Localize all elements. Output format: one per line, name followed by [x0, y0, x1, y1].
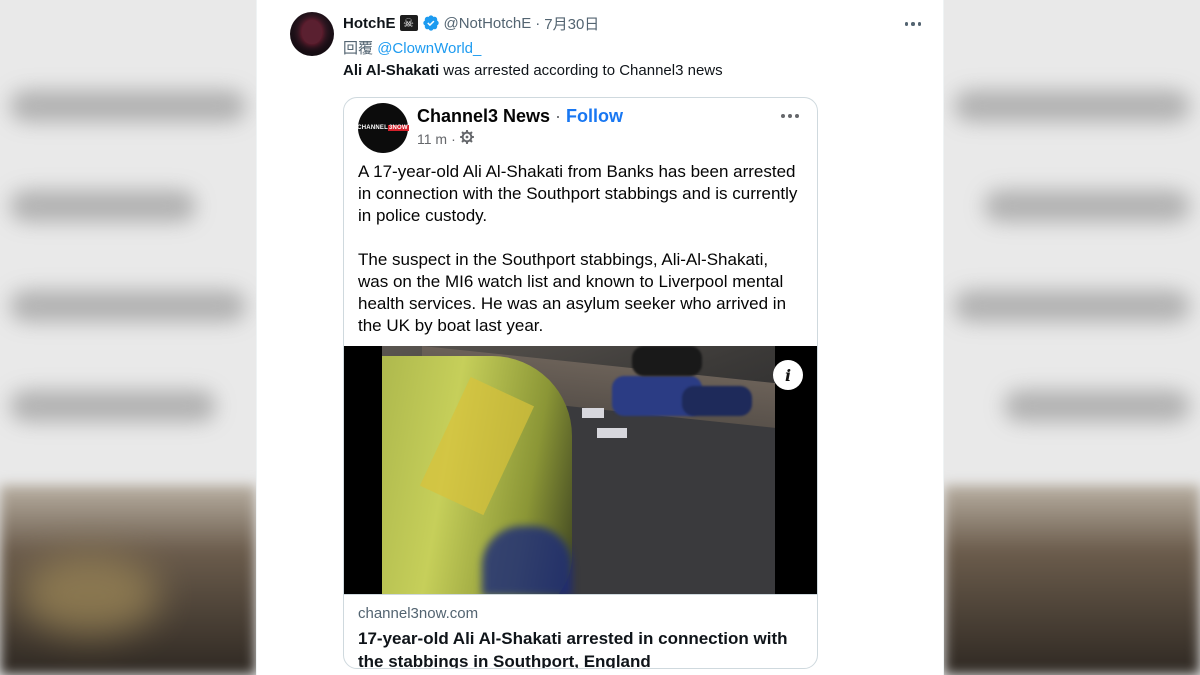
link-preview[interactable]: channel3now.com 17-year-old Ali Al-Shaka… — [344, 594, 817, 669]
post-author-row: Channel3 News · Follow — [417, 106, 623, 127]
verified-badge-icon[interactable] — [422, 14, 440, 32]
post-paragraph: The suspect in the Southport stabbings, … — [358, 250, 787, 335]
link-domain: channel3now.com — [358, 605, 479, 622]
channel3-logo[interactable]: CHANNEL3NOW — [357, 103, 409, 153]
more-options-icon[interactable] — [781, 114, 799, 118]
post-meta: 11 m · — [417, 129, 474, 147]
post-paragraph: A 17-year-old Ali Al-Shakati from Banks … — [358, 162, 798, 225]
tweet-text-bold: Ali Al-Shakati — [343, 62, 440, 79]
info-icon[interactable]: i — [773, 360, 803, 390]
user-handle[interactable]: @NotHotchE — [444, 15, 532, 32]
post-body: A 17-year-old Ali Al-Shakati from Banks … — [358, 161, 803, 359]
tweet-text-rest: was arrested according to Channel3 news — [439, 62, 723, 79]
reply-context: 回覆 @ClownWorld_ — [343, 37, 481, 58]
ambulance-scene-image — [382, 346, 775, 594]
tweet-date[interactable]: 7月30日 — [544, 13, 599, 34]
blurred-background-left — [0, 0, 256, 675]
more-options-icon[interactable] — [903, 14, 923, 34]
blurred-background-right — [944, 0, 1200, 675]
avatar[interactable] — [290, 12, 334, 56]
separator-dot: · — [535, 14, 541, 32]
tweet-text: Ali Al-Shakati was arrested according to… — [343, 62, 723, 79]
link-title: 17-year-old Ali Al-Shakati arrested in c… — [358, 629, 788, 669]
reply-prefix: 回覆 — [343, 40, 374, 57]
separator-dot: · — [555, 106, 562, 126]
tweet-header: HotchE ☠ @NotHotchE · 7月30日 — [343, 12, 599, 34]
skull-crossbones-icon: ☠ — [399, 15, 418, 31]
tweet-column: HotchE ☠ @NotHotchE · 7月30日 回覆 @ClownWor… — [256, 0, 944, 675]
post-time: 11 m — [417, 130, 448, 147]
globe-settings-icon — [459, 129, 474, 147]
display-name[interactable]: HotchE — [343, 15, 396, 32]
reply-mention-link[interactable]: @ClownWorld_ — [377, 40, 481, 57]
post-photo[interactable]: i — [344, 346, 817, 594]
follow-button[interactable]: Follow — [566, 106, 623, 127]
channel3-logo-text: CHANNEL3NOW — [357, 125, 409, 131]
page-name[interactable]: Channel3 News — [417, 106, 550, 127]
embedded-post-card[interactable]: CHANNEL3NOW Channel3 News · Follow 11 m … — [343, 97, 818, 669]
separator-dot: · — [451, 130, 456, 147]
